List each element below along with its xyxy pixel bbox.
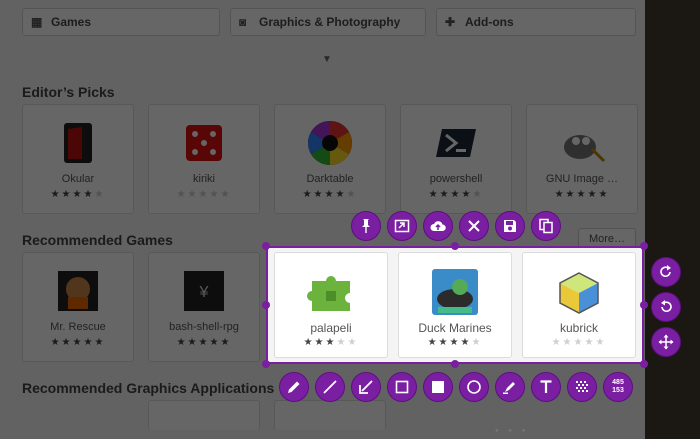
rating-stars: ★★★★★ <box>176 189 232 200</box>
category-label: Games <box>51 15 92 29</box>
save-button[interactable] <box>495 211 525 241</box>
circle-tool[interactable] <box>459 372 489 402</box>
svg-text:¥: ¥ <box>199 284 209 301</box>
mr-rescue-icon <box>58 271 98 311</box>
move-icon <box>658 334 674 350</box>
selection-size-readout[interactable]: 485 153 <box>603 372 633 402</box>
pencil-icon <box>288 381 300 393</box>
category-label: Add-ons <box>465 15 514 29</box>
resize-handle[interactable] <box>451 242 459 250</box>
powershell-icon <box>436 129 476 157</box>
pin-icon <box>362 219 370 233</box>
selection-rectangle[interactable] <box>266 246 644 364</box>
resize-handle[interactable] <box>640 360 648 368</box>
resize-handle[interactable] <box>262 301 270 309</box>
app-card-partial[interactable] <box>274 400 386 430</box>
circle-icon <box>467 380 481 394</box>
move-button[interactable] <box>651 327 681 357</box>
category-games[interactable]: ▦ Games <box>22 8 220 36</box>
app-name: GNU Image … <box>545 173 619 185</box>
close-button[interactable] <box>459 211 489 241</box>
line-icon <box>323 380 337 394</box>
upload-button[interactable] <box>423 211 453 241</box>
resize-handle[interactable] <box>262 360 270 368</box>
category-label: Graphics & Photography <box>259 15 401 29</box>
app-card-bash-shell-rpg[interactable]: ¥ bash-shell-rpg ★★★★★ <box>148 252 260 362</box>
workspace-indicator: ● ● ● <box>495 428 530 434</box>
rating-stars: ★★★★★ <box>428 189 484 200</box>
resize-handle[interactable] <box>640 301 648 309</box>
chevron-down-icon[interactable]: ▼ <box>322 54 332 65</box>
rating-stars: ★★★★★ <box>50 337 106 348</box>
redo-button[interactable] <box>651 257 681 287</box>
undo-button[interactable] <box>651 292 681 322</box>
app-name: Darktable <box>306 173 354 185</box>
puzzle-icon: ✚ <box>445 15 456 29</box>
app-card-mr-rescue[interactable]: Mr. Rescue ★★★★★ <box>22 252 134 362</box>
selection-width: 485 <box>612 379 624 386</box>
rectangle-icon <box>395 380 409 394</box>
app-card-kiriki[interactable]: kiriki ★★★★★ <box>148 104 260 214</box>
app-card-gimp[interactable]: GNU Image … ★★★★★ <box>526 104 638 214</box>
rating-stars: ★★★★★ <box>176 337 232 348</box>
resize-handle[interactable] <box>262 242 270 250</box>
pixelate-icon <box>576 381 588 392</box>
resize-handle[interactable] <box>451 360 459 368</box>
text-icon <box>540 380 552 393</box>
arrow-tool[interactable] <box>351 372 381 402</box>
filled-rectangle-tool[interactable] <box>423 372 453 402</box>
app-name: kiriki <box>193 173 215 185</box>
editors-picks-title: Editor’s Picks <box>22 84 115 100</box>
gamepad-icon: ▦ <box>31 15 43 29</box>
redo-icon <box>660 265 671 278</box>
rating-stars: ★★★★★ <box>302 189 358 200</box>
rating-stars: ★★★★★ <box>50 189 106 200</box>
pixelate-tool[interactable] <box>567 372 597 402</box>
app-name: Mr. Rescue <box>50 321 106 333</box>
app-name: bash-shell-rpg <box>169 321 239 333</box>
pin-button[interactable] <box>351 211 381 241</box>
app-card-partial[interactable] <box>148 400 260 430</box>
app-name: Okular <box>61 173 95 185</box>
marker-tool[interactable] <box>495 372 525 402</box>
gimp-icon <box>564 135 606 163</box>
selection-height: 153 <box>612 387 624 394</box>
category-graphics[interactable]: ◙ Graphics & Photography <box>230 8 426 36</box>
save-icon <box>504 220 516 232</box>
category-addons[interactable]: ✚ Add-ons <box>436 8 636 36</box>
open-with-icon <box>394 219 410 233</box>
camera-icon: ◙ <box>239 15 247 29</box>
okular-icon <box>64 123 92 163</box>
bash-rpg-icon: ¥ <box>184 271 224 311</box>
pencil-tool[interactable] <box>279 372 309 402</box>
upload-cloud-icon <box>430 221 446 231</box>
copy-button[interactable] <box>531 211 561 241</box>
copy-icon <box>539 218 553 234</box>
app-card-powershell[interactable]: powershell ★★★★★ <box>400 104 512 214</box>
filled-rectangle-icon <box>432 381 444 393</box>
app-name: powershell <box>429 173 483 185</box>
open-with-button[interactable] <box>387 211 417 241</box>
dice-icon <box>186 125 222 161</box>
arrow-icon <box>359 380 373 394</box>
darktable-icon <box>308 121 352 165</box>
text-tool[interactable] <box>531 372 561 402</box>
app-card-darktable[interactable]: Darktable ★★★★★ <box>274 104 386 214</box>
resize-handle[interactable] <box>640 242 648 250</box>
marker-icon <box>503 382 515 394</box>
line-tool[interactable] <box>315 372 345 402</box>
recommended-games-title: Recommended Games <box>22 232 173 248</box>
close-icon <box>468 220 480 232</box>
undo-icon <box>661 300 672 313</box>
rating-stars: ★★★★★ <box>554 189 610 200</box>
recommended-graphics-title: Recommended Graphics Applications <box>22 380 275 396</box>
app-card-okular[interactable]: Okular ★★★★★ <box>22 104 134 214</box>
rectangle-tool[interactable] <box>387 372 417 402</box>
category-bar: ▦ Games ◙ Graphics & Photography ✚ Add-o… <box>22 8 637 38</box>
